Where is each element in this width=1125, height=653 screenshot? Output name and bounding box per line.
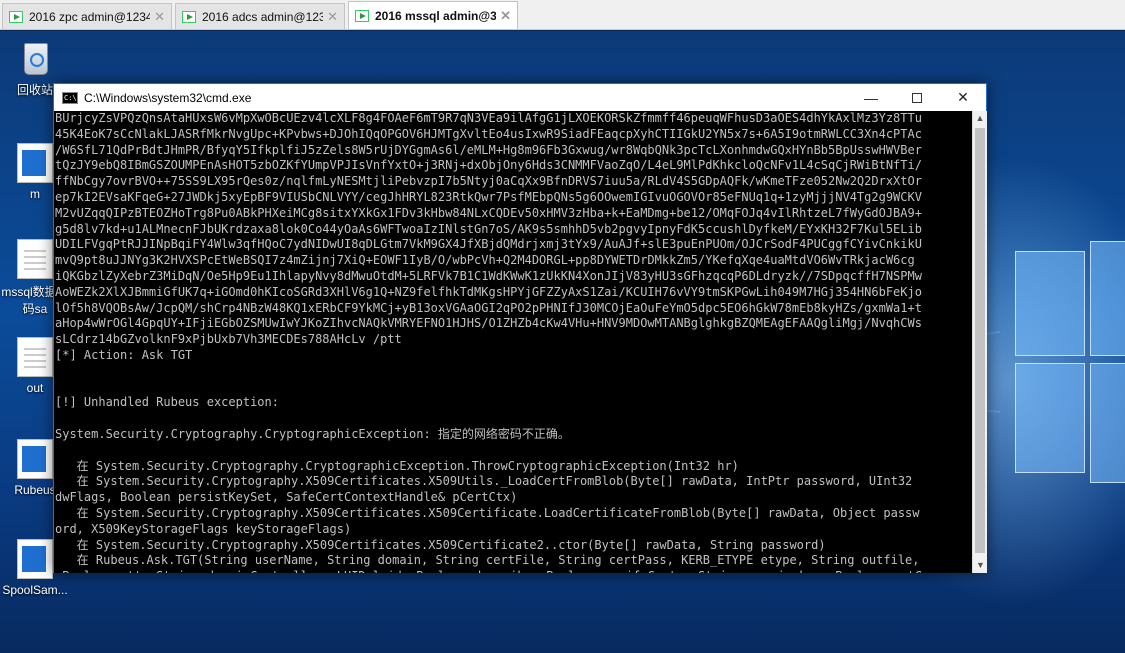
recycle-bin-icon xyxy=(18,39,52,77)
close-icon[interactable]: ✕ xyxy=(500,8,511,24)
minimize-button[interactable]: — xyxy=(848,84,894,111)
tab-2016-zpc[interactable]: 2016 zpc admin@12345 ✕ xyxy=(2,3,172,29)
close-icon[interactable]: ✕ xyxy=(154,9,165,25)
desktop-icon-label: SpoolSam... xyxy=(2,583,68,597)
document-icon xyxy=(17,239,53,279)
close-icon[interactable]: ✕ xyxy=(327,9,338,25)
maximize-icon xyxy=(912,92,922,103)
tab-label: 2016 adcs admin@123 xyxy=(202,9,324,24)
console-line: tQzJY9ebQ8IBmGSZOUMPEnAsHOT5zbOZKfYUmpVP… xyxy=(55,158,922,173)
window-title: C:\Windows\system32\cmd.exe xyxy=(84,90,252,105)
console-line: 在 System.Security.Cryptography.X509Certi… xyxy=(55,537,826,552)
console-icon: C:\ xyxy=(62,91,78,104)
close-button[interactable]: ✕ xyxy=(940,84,986,111)
console-line: [*] Action: Ask TGT xyxy=(55,347,193,362)
console-output[interactable]: BUrjcyZsVPQzQnsAtaHUxsW6vMpXwOBcUEzv4lcX… xyxy=(54,111,972,573)
tab-2016-mssql[interactable]: 2016 mssql admin@321 ✕ xyxy=(348,1,518,29)
console-line: 在 System.Security.Cryptography.X509Certi… xyxy=(55,505,920,520)
console-line: M2vUZqqQIPzBTEOZHoTrg8Pu0ABkPHXeiMCg8sit… xyxy=(55,205,922,220)
console-line: ffNbCgy7ovrBVO++75SS9LX95rQes0z/nqlfmLyN… xyxy=(55,174,922,189)
console-line: iQKGbzlZyXebrZ3MiDqN/Oe5Hp9Eu1IhlapyNvy8… xyxy=(55,268,922,283)
console-line: Boolean ptt, String domainController, LU… xyxy=(55,569,972,573)
console-line: UDILFVgqPtRJJINpBqiFY4Wlw3qfHQoC7ydNIDwU… xyxy=(55,237,922,252)
console-line: dwFlags, Boolean persistKeySet, SafeCert… xyxy=(55,490,518,505)
tab-2016-adcs[interactable]: 2016 adcs admin@123 ✕ xyxy=(175,3,345,29)
console-line: g5d8lv7kd+u1ALMnecnFJbUKrdzaxa8lok0Co44y… xyxy=(55,221,922,236)
vertical-scrollbar[interactable]: ▲ ▼ xyxy=(972,111,987,573)
console-line: sLCdrz14bGZvolknF9xPjbUxb7Vh3MECDEs788AH… xyxy=(55,332,402,347)
tab-label: 2016 mssql admin@321 xyxy=(375,8,497,23)
scroll-down-icon[interactable]: ▼ xyxy=(973,558,988,573)
cmd-titlebar[interactable]: C:\ C:\Windows\system32\cmd.exe — ✕ xyxy=(54,84,986,111)
app-icon xyxy=(17,439,53,479)
console-line: ep7kI2EVsaKFqeG+27JWDkj5xyEpBF9VIUSbCNLV… xyxy=(55,189,922,204)
remote-session-icon xyxy=(182,10,196,23)
console-line: aHop4wWrOGl4GpqUY+IFjiEGbOZSMUwIwYJKoZIh… xyxy=(55,316,922,331)
document-icon xyxy=(17,337,53,377)
console-line: lOf5h8VQOBsAw/JcpQM/shCrp4NBzW48KQ1xERbC… xyxy=(55,300,922,315)
console-line: 在 Rubeus.Ask.TGT(String userName, String… xyxy=(55,553,920,568)
console-line: 在 System.Security.Cryptography.Cryptogra… xyxy=(55,458,739,473)
console-line: 45K4EoK7sCcNlakLJASRfMkrNvgUpc+KPvbws+DJ… xyxy=(55,126,922,141)
scrollbar-thumb[interactable] xyxy=(975,128,985,553)
app-icon xyxy=(17,539,53,579)
console-line: System.Security.Cryptography.Cryptograph… xyxy=(55,426,570,441)
session-tab-bar: 2016 zpc admin@12345 ✕ 2016 adcs admin@1… xyxy=(0,0,1125,30)
windows-logo-wallpaper xyxy=(985,211,1125,511)
remote-session-icon xyxy=(9,10,23,23)
tab-label: 2016 zpc admin@12345 xyxy=(29,9,151,24)
console-line: mvQ9pt8uJJNYg3K2HVXSPcEtWeBSQI7z4mZijnj7… xyxy=(55,253,915,268)
console-line: AoWEZk2XlXJBmmiGfUK7q+iGOmd0hKIcoSGRd3XH… xyxy=(55,284,922,299)
console-line: [!] Unhandled Rubeus exception: xyxy=(55,395,279,410)
console-line: 在 System.Security.Cryptography.X509Certi… xyxy=(55,474,913,489)
remote-session-icon xyxy=(355,9,369,22)
app-icon xyxy=(17,143,53,183)
console-line: ord, X509KeyStorageFlags keyStorageFlags… xyxy=(55,521,352,536)
maximize-button[interactable] xyxy=(894,84,940,111)
scroll-up-icon[interactable]: ▲ xyxy=(973,111,987,126)
console-line: /W6SfL71QdPrBdtJHmPR/BfyqY5IfkplfiJ5zZel… xyxy=(55,142,922,157)
cmd-window[interactable]: C:\ C:\Windows\system32\cmd.exe — ✕ BUrj… xyxy=(53,83,987,573)
console-line: BUrjcyZsVPQzQnsAtaHUxsW6vMpXwOBcUEzv4lcX… xyxy=(55,111,922,125)
